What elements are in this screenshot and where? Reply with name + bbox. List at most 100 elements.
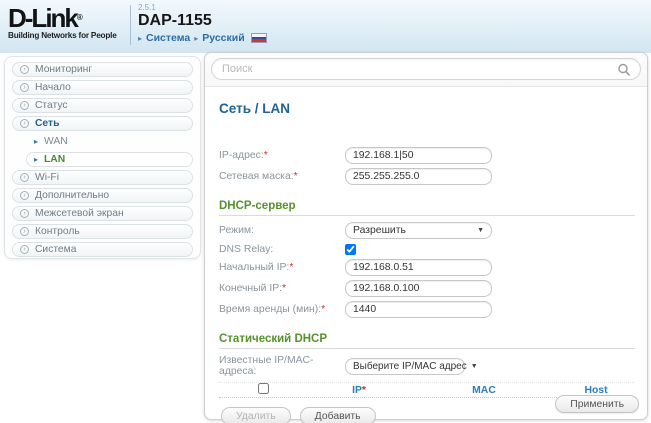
content: Сеть / LAN IP-адрес:* Сетевая маска:* DH… [205,87,647,423]
sidebar-item-label: Контроль [35,226,80,237]
breadcrumb-arrow-icon: ▸ [138,34,142,43]
mode-label: Режим: [219,225,345,236]
required-asterisk: * [282,283,286,294]
chevron-down-icon: ▼ [471,363,478,370]
required-asterisk: * [294,171,298,182]
required-asterisk: * [289,262,293,273]
form-row-start-ip: Начальный IP:* [219,259,635,276]
sidebar-item-label: Мониторинг [35,64,92,75]
sidebar-item-wan[interactable]: ▸ WAN [26,134,193,149]
logo-text: D-Link [8,3,77,33]
search-icon [617,63,631,77]
circle-arrow-icon: › [20,173,29,182]
sidebar-item-firewall[interactable]: › Межсетевой экран [12,206,193,221]
sidebar-item-wifi[interactable]: › Wi-Fi [12,170,193,185]
search-input[interactable] [211,58,641,80]
end-ip-field[interactable] [345,280,492,297]
form-row-end-ip: Конечный IP:* [219,280,635,297]
column-header-host[interactable]: Host [557,385,635,396]
sidebar-item-lan[interactable]: ▸ LAN [26,152,193,167]
add-button[interactable]: Добавить [300,407,376,423]
form-row-netmask: Сетевая маска:* [219,168,635,185]
submenu-arrow-icon: ▸ [34,138,38,146]
header: D-Link® Building Networks for People 2.5… [0,0,651,53]
known-addresses-select[interactable]: Выберите IP/MAC адрес ▼ [345,358,465,375]
select-all-checkbox[interactable] [258,383,269,394]
main-panel: Сеть / LAN IP-адрес:* Сетевая маска:* DH… [204,52,648,420]
netmask-field[interactable] [345,168,492,185]
submenu-arrow-icon: ▸ [34,156,38,164]
start-ip-field[interactable] [345,259,492,276]
form-row-lease-time: Время аренды (мин):* [219,301,635,318]
form-row-dns-relay: DNS Relay: [219,243,635,256]
dhcp-server-heading: DHCP-сервер [219,200,635,216]
sidebar-item-label: Межсетевой экран [35,208,124,219]
column-label: IP [352,385,362,396]
mode-select-value: Разрешить [353,225,406,236]
logo-title: D-Link® [8,6,128,30]
firmware-version: 2.5.1 [138,3,267,12]
label-text: Начальный IP: [219,262,289,273]
sidebar-item-label: LAN [44,154,65,165]
sidebar-item-label: Начало [35,82,71,93]
sidebar-item-label: Дополнительно [35,190,109,201]
page-root: D-Link® Building Networks for People 2.5… [0,0,651,423]
circle-arrow-icon: › [20,227,29,236]
apply-button[interactable]: Применить [555,395,639,413]
russian-flag-icon[interactable] [251,33,267,43]
delete-button[interactable]: Удалить [221,407,291,423]
dns-relay-label: DNS Relay: [219,244,345,255]
sidebar-item-label: Система [35,244,76,255]
breadcrumb: ▸ Система ▸ Русский [138,32,267,44]
column-header-ip[interactable]: IP* [307,385,411,396]
required-asterisk: * [362,385,366,396]
circle-arrow-icon: › [20,119,29,128]
sidebar-item-label: Сеть [35,118,59,129]
label-text: IP-адрес: [219,150,264,161]
chevron-down-icon: ▼ [477,227,484,234]
header-divider [130,5,131,45]
breadcrumb-language-link[interactable]: Русский [202,32,244,44]
sidebar-item-start[interactable]: › Начало [12,80,193,95]
lease-time-field[interactable] [345,301,492,318]
circle-arrow-icon: › [20,209,29,218]
sidebar-item-label: WAN [44,136,68,147]
logo-tagline: Building Networks for People [8,31,128,40]
ip-address-field[interactable] [345,147,492,164]
breadcrumb-system-link[interactable]: Система [146,32,190,44]
sidebar-item-advanced[interactable]: › Дополнительно [12,188,193,203]
end-ip-label: Конечный IP:* [219,283,345,294]
ip-address-label: IP-адрес:* [219,150,345,161]
dlink-logo: D-Link® Building Networks for People [0,0,128,40]
model-name: DAP-1155 [138,12,267,29]
static-dhcp-heading: Статический DHCP [219,333,635,349]
circle-arrow-icon: › [20,101,29,110]
netmask-label: Сетевая маска:* [219,171,345,182]
sidebar-item-label: Wi-Fi [35,172,59,183]
sidebar-item-monitoring[interactable]: › Мониторинг [12,62,193,77]
column-header-mac[interactable]: MAC [411,385,557,396]
lan-form: IP-адрес:* Сетевая маска:* DHCP-сервер Р… [219,147,635,423]
lease-time-label: Время аренды (мин):* [219,304,345,315]
sidebar-item-label: Статус [35,100,68,111]
start-ip-label: Начальный IP:* [219,262,345,273]
sidebar-item-status[interactable]: › Статус [12,98,193,113]
sidebar-item-system[interactable]: › Система [12,242,193,257]
form-row-ip-address: IP-адрес:* [219,147,635,164]
form-row-known-addresses: Известные IP/MAC-адреса: Выберите IP/MAC… [219,355,635,377]
search-band [205,53,647,87]
circle-arrow-icon: › [20,83,29,92]
mode-select[interactable]: Разрешить ▼ [345,222,492,239]
dns-relay-checkbox[interactable] [345,244,356,255]
required-asterisk: * [264,150,268,161]
label-text: Конечный IP: [219,283,282,294]
known-addresses-label: Известные IP/MAC-адреса: [219,355,345,377]
label-text: Время аренды (мин): [219,304,321,315]
sidebar: › Мониторинг › Начало › Статус › Сеть ▸ … [4,56,201,259]
sidebar-item-control[interactable]: › Контроль [12,224,193,239]
sidebar-item-network[interactable]: › Сеть [12,116,193,131]
model-block: 2.5.1 DAP-1155 ▸ Система ▸ Русский [138,0,267,44]
circle-arrow-icon: › [20,245,29,254]
select-all-cell [219,383,307,397]
registered-mark: ® [77,13,83,22]
